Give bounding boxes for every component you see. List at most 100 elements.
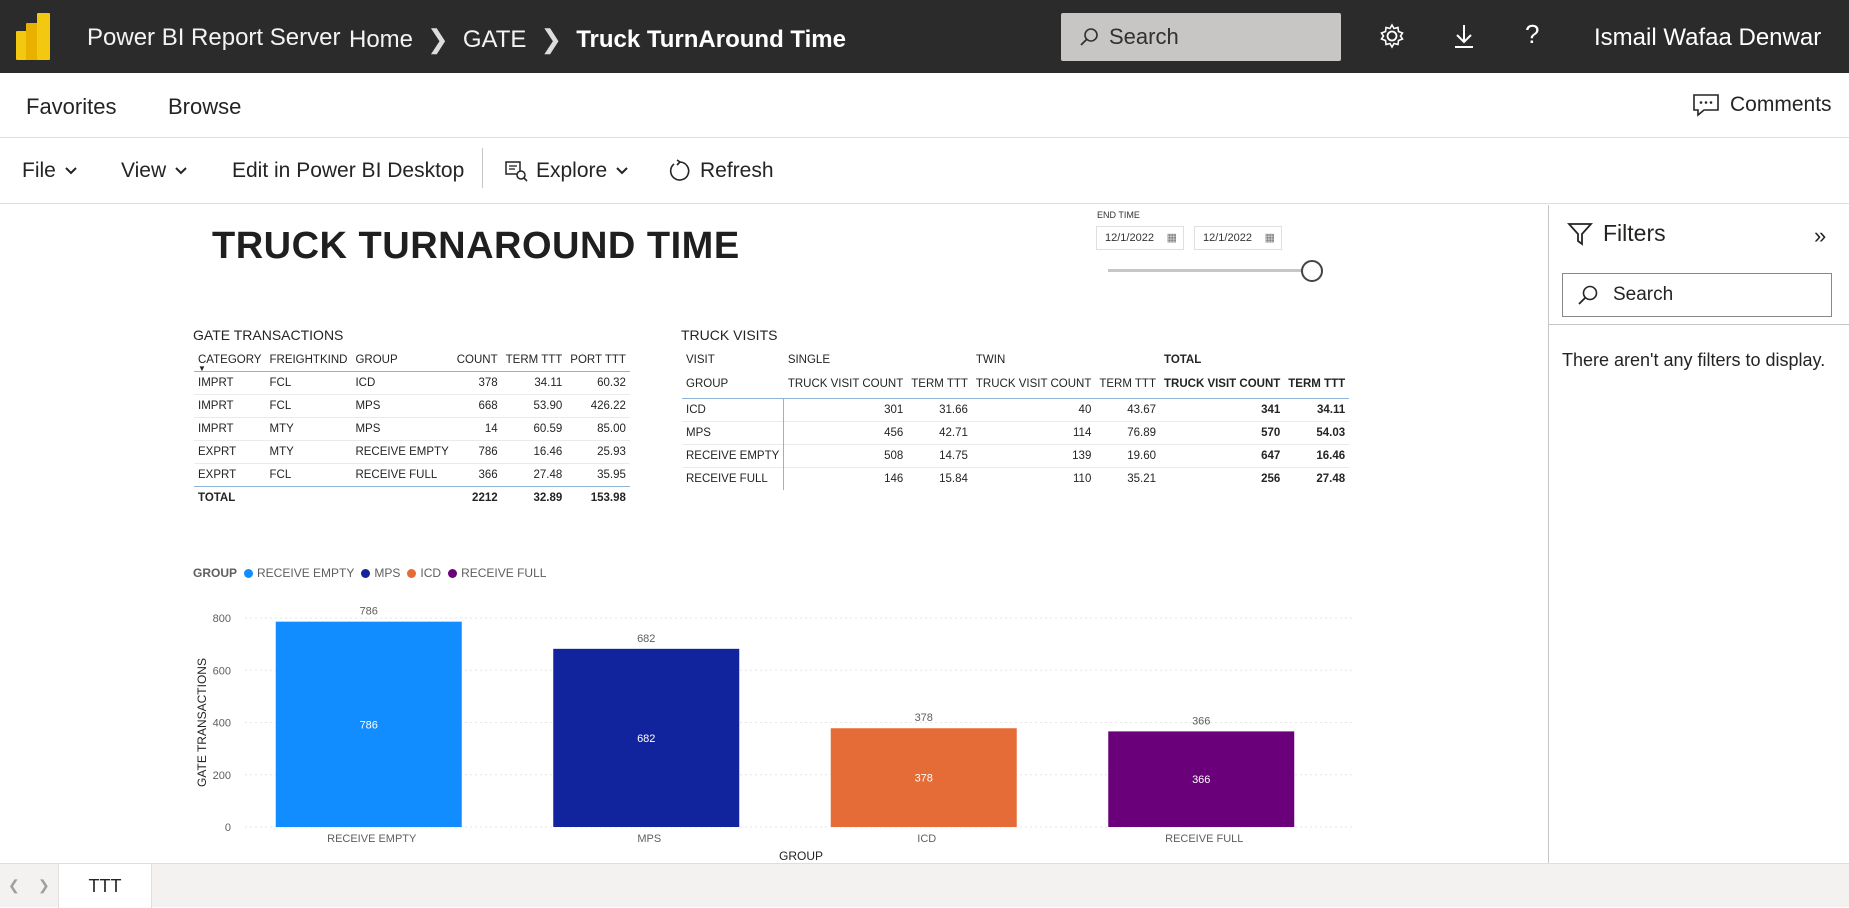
explore-menu[interactable]: Explore — [504, 159, 629, 183]
column-header[interactable]: TERM TTT — [1284, 371, 1350, 399]
legend-item[interactable]: MPS — [374, 566, 400, 580]
breadcrumb-current: Truck TurnAround Time — [576, 25, 846, 53]
date-slider-track[interactable] — [1108, 269, 1313, 272]
edit-in-desktop-button[interactable]: Edit in Power BI Desktop — [232, 159, 464, 183]
table-row[interactable]: ICD 301 31.66 40 43.67 341 34.11 — [682, 397, 1350, 421]
table-cell: TOTAL — [194, 485, 266, 509]
help-icon[interactable]: ? — [1525, 19, 1553, 49]
refresh-button[interactable]: Refresh — [668, 159, 774, 183]
table-cell: RECEIVE EMPTY — [351, 439, 453, 463]
end-date-input[interactable]: 12/1/2022 ▦ — [1194, 226, 1282, 250]
data-label: 366 — [1192, 774, 1210, 786]
chevron-down-icon — [65, 167, 77, 175]
legend-dot — [244, 568, 254, 578]
table-cell — [351, 485, 453, 509]
download-icon[interactable] — [1450, 22, 1478, 50]
date-slider-handle[interactable] — [1301, 260, 1323, 282]
legend-item[interactable]: ICD — [420, 566, 441, 580]
comments-label: Comments — [1730, 93, 1832, 116]
power-bi-logo[interactable] — [16, 13, 54, 60]
column-header[interactable]: TRUCK VISIT COUNT — [971, 371, 1096, 399]
table-cell: 508 — [783, 443, 908, 467]
data-label: 786 — [360, 719, 378, 731]
user-name[interactable]: Ismail Wafaa Denwar — [1594, 24, 1821, 52]
tab-scroll-left-icon[interactable]: ❮ — [8, 877, 20, 894]
legend-item[interactable]: RECEIVE EMPTY — [257, 566, 354, 580]
tab-scroll-right-icon[interactable]: ❯ — [38, 877, 50, 894]
legend-dot — [448, 568, 458, 578]
table-cell: MPS — [351, 393, 453, 417]
matrix-header-row: VISIT SINGLE TWIN TOTAL — [682, 349, 1349, 371]
legend-item[interactable]: RECEIVE FULL — [461, 566, 546, 580]
truck-table-title: TRUCK VISITS — [681, 327, 778, 343]
table-row[interactable]: EXPRT MTY RECEIVE EMPTY 786 16.46 25.93 — [194, 439, 630, 463]
column-header[interactable]: TRUCK VISIT COUNT — [783, 371, 908, 399]
column-header[interactable]: COUNT — [452, 349, 502, 372]
nav-browse[interactable]: Browse — [168, 94, 241, 120]
filters-empty-message: There aren't any filters to display. — [1562, 350, 1826, 370]
settings-icon[interactable] — [1378, 22, 1406, 50]
collapse-pane-icon[interactable]: » — [1814, 223, 1826, 249]
column-header[interactable]: SINGLE — [784, 349, 907, 371]
table-cell: 34.11 — [1284, 397, 1350, 421]
column-header[interactable]: TOTAL — [1160, 349, 1284, 371]
table-cell: 42.71 — [907, 420, 972, 444]
data-label: 786 — [360, 606, 378, 618]
table-cell: 153.98 — [566, 485, 630, 509]
column-header — [907, 349, 972, 371]
table-row[interactable]: IMPRT FCL MPS 668 53.90 426.22 — [194, 393, 630, 417]
column-header[interactable]: TERM TTT — [501, 349, 567, 372]
x-tick-label: MPS — [637, 833, 661, 845]
x-tick-label: RECEIVE EMPTY — [327, 833, 417, 845]
file-menu[interactable]: File — [22, 159, 78, 183]
table-cell: ICD — [682, 397, 785, 421]
comments-button[interactable]: Comments — [1692, 93, 1832, 117]
calendar-icon[interactable]: ▦ — [1167, 231, 1177, 244]
table-cell: 15.84 — [907, 466, 972, 490]
table-row[interactable]: EXPRT FCL RECEIVE FULL 366 27.48 35.95 — [194, 462, 630, 486]
filter-icon — [1567, 222, 1593, 246]
filters-title: Filters — [1603, 220, 1666, 246]
column-header[interactable]: TERM TTT — [1095, 371, 1160, 399]
column-header[interactable]: GROUP — [682, 371, 784, 399]
table-cell: 31.66 — [907, 397, 972, 421]
table-row[interactable]: RECEIVE FULL 146 15.84 110 35.21 256 27.48 — [682, 466, 1350, 490]
table-row[interactable]: RECEIVE EMPTY 508 14.75 139 19.60 647 16.46 — [682, 443, 1350, 467]
column-header[interactable]: VISIT — [682, 349, 784, 371]
column-header[interactable]: GROUP — [351, 349, 453, 372]
slicer-label: END TIME — [1097, 210, 1140, 220]
calendar-icon[interactable]: ▦ — [1265, 231, 1275, 244]
page-tabs-bar: ❮ ❯ TTT — [0, 863, 1849, 908]
table-cell: IMPRT — [194, 393, 266, 417]
breadcrumb-gate[interactable]: GATE — [463, 26, 527, 54]
tab-ttt[interactable]: TTT — [58, 864, 152, 908]
table-cell: RECEIVE EMPTY — [682, 443, 785, 467]
top-search-input[interactable]: Search — [1061, 13, 1341, 61]
gate-transactions-table: CATEGORY ▼ FREIGHTKIND GROUP COUNT TERM T… — [194, 349, 630, 509]
filters-pane: Filters » Search There aren't any filter… — [1548, 205, 1849, 863]
file-label: File — [22, 159, 56, 182]
table-cell: 43.67 — [1095, 397, 1160, 421]
table-cell: 85.00 — [566, 416, 630, 440]
table-row[interactable]: IMPRT FCL ICD 378 34.11 60.32 — [194, 370, 630, 394]
gate-transactions-bar-chart: 0 200 400 600 800 GATE TRANSACTIONS GROUP 786 78… — [195, 606, 1355, 863]
start-date-value: 12/1/2022 — [1105, 232, 1154, 244]
table-cell: 139 — [971, 443, 1096, 467]
app-title[interactable]: Power BI Report Server — [87, 24, 340, 52]
table-row[interactable]: MPS 456 42.71 114 76.89 570 54.03 — [682, 420, 1350, 444]
matrix-subheader-row: GROUP TRUCK VISIT COUNT TERM TTT TRUCK V… — [682, 371, 1350, 399]
start-date-input[interactable]: 12/1/2022 ▦ — [1096, 226, 1184, 250]
column-header[interactable]: FREIGHTKIND — [265, 349, 352, 372]
y-tick-label: 0 — [225, 822, 231, 834]
filters-search-input[interactable]: Search — [1562, 273, 1832, 317]
breadcrumb-home[interactable]: Home — [349, 26, 413, 54]
divider — [1549, 324, 1849, 325]
column-header[interactable]: CATEGORY ▼ — [194, 349, 266, 373]
column-header[interactable]: TERM TTT — [907, 371, 972, 399]
nav-favorites[interactable]: Favorites — [26, 94, 116, 120]
column-header[interactable]: TRUCK VISIT COUNT — [1160, 371, 1285, 399]
column-header[interactable]: PORT TTT — [566, 349, 630, 372]
table-row[interactable]: IMPRT MTY MPS 14 60.59 85.00 — [194, 416, 630, 440]
view-menu[interactable]: View — [121, 159, 188, 183]
column-header[interactable]: TWIN — [972, 349, 1095, 371]
